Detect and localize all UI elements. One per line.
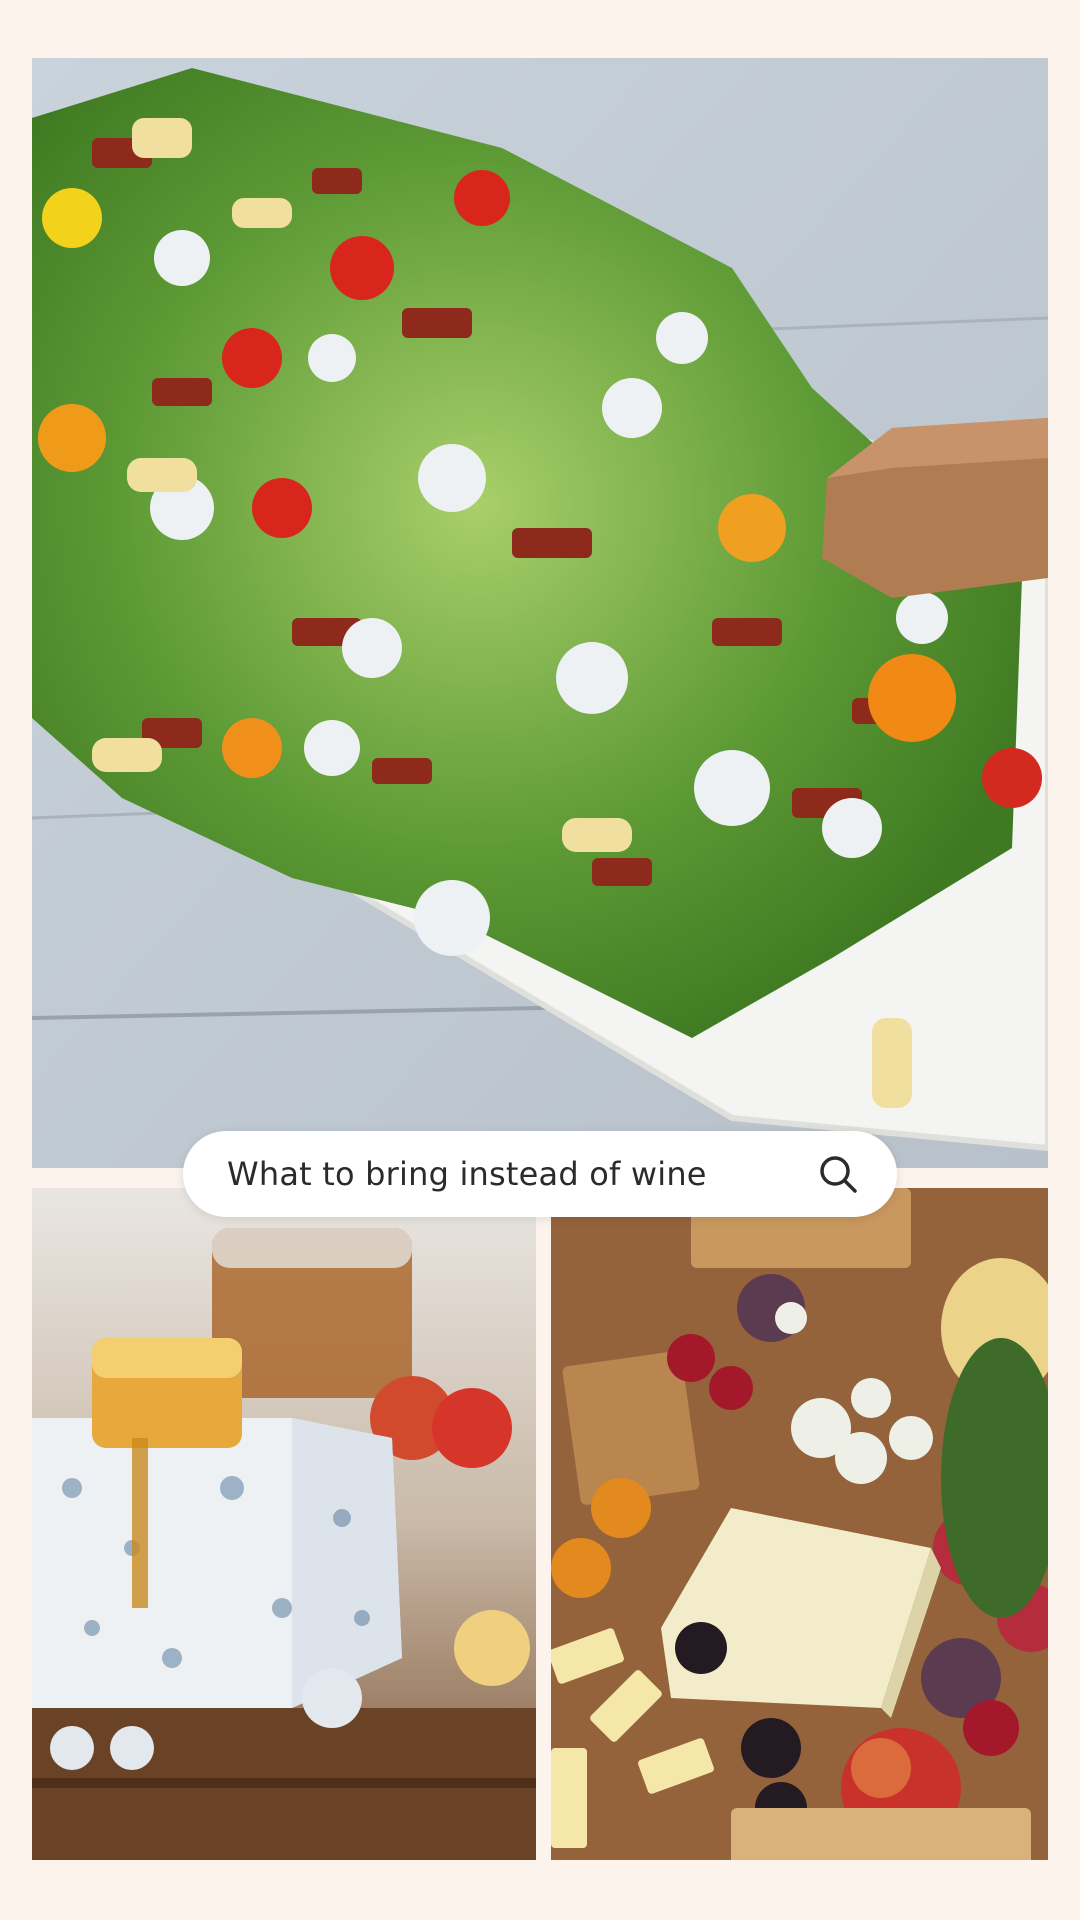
- salad-photo[interactable]: [32, 58, 1048, 1168]
- board-photo[interactable]: [551, 1188, 1048, 1860]
- search-icon[interactable]: [815, 1151, 861, 1197]
- search-input[interactable]: What to bring instead of wine: [227, 1155, 815, 1193]
- search-bar[interactable]: What to bring instead of wine: [183, 1131, 897, 1217]
- cheese-photo[interactable]: [32, 1188, 536, 1860]
